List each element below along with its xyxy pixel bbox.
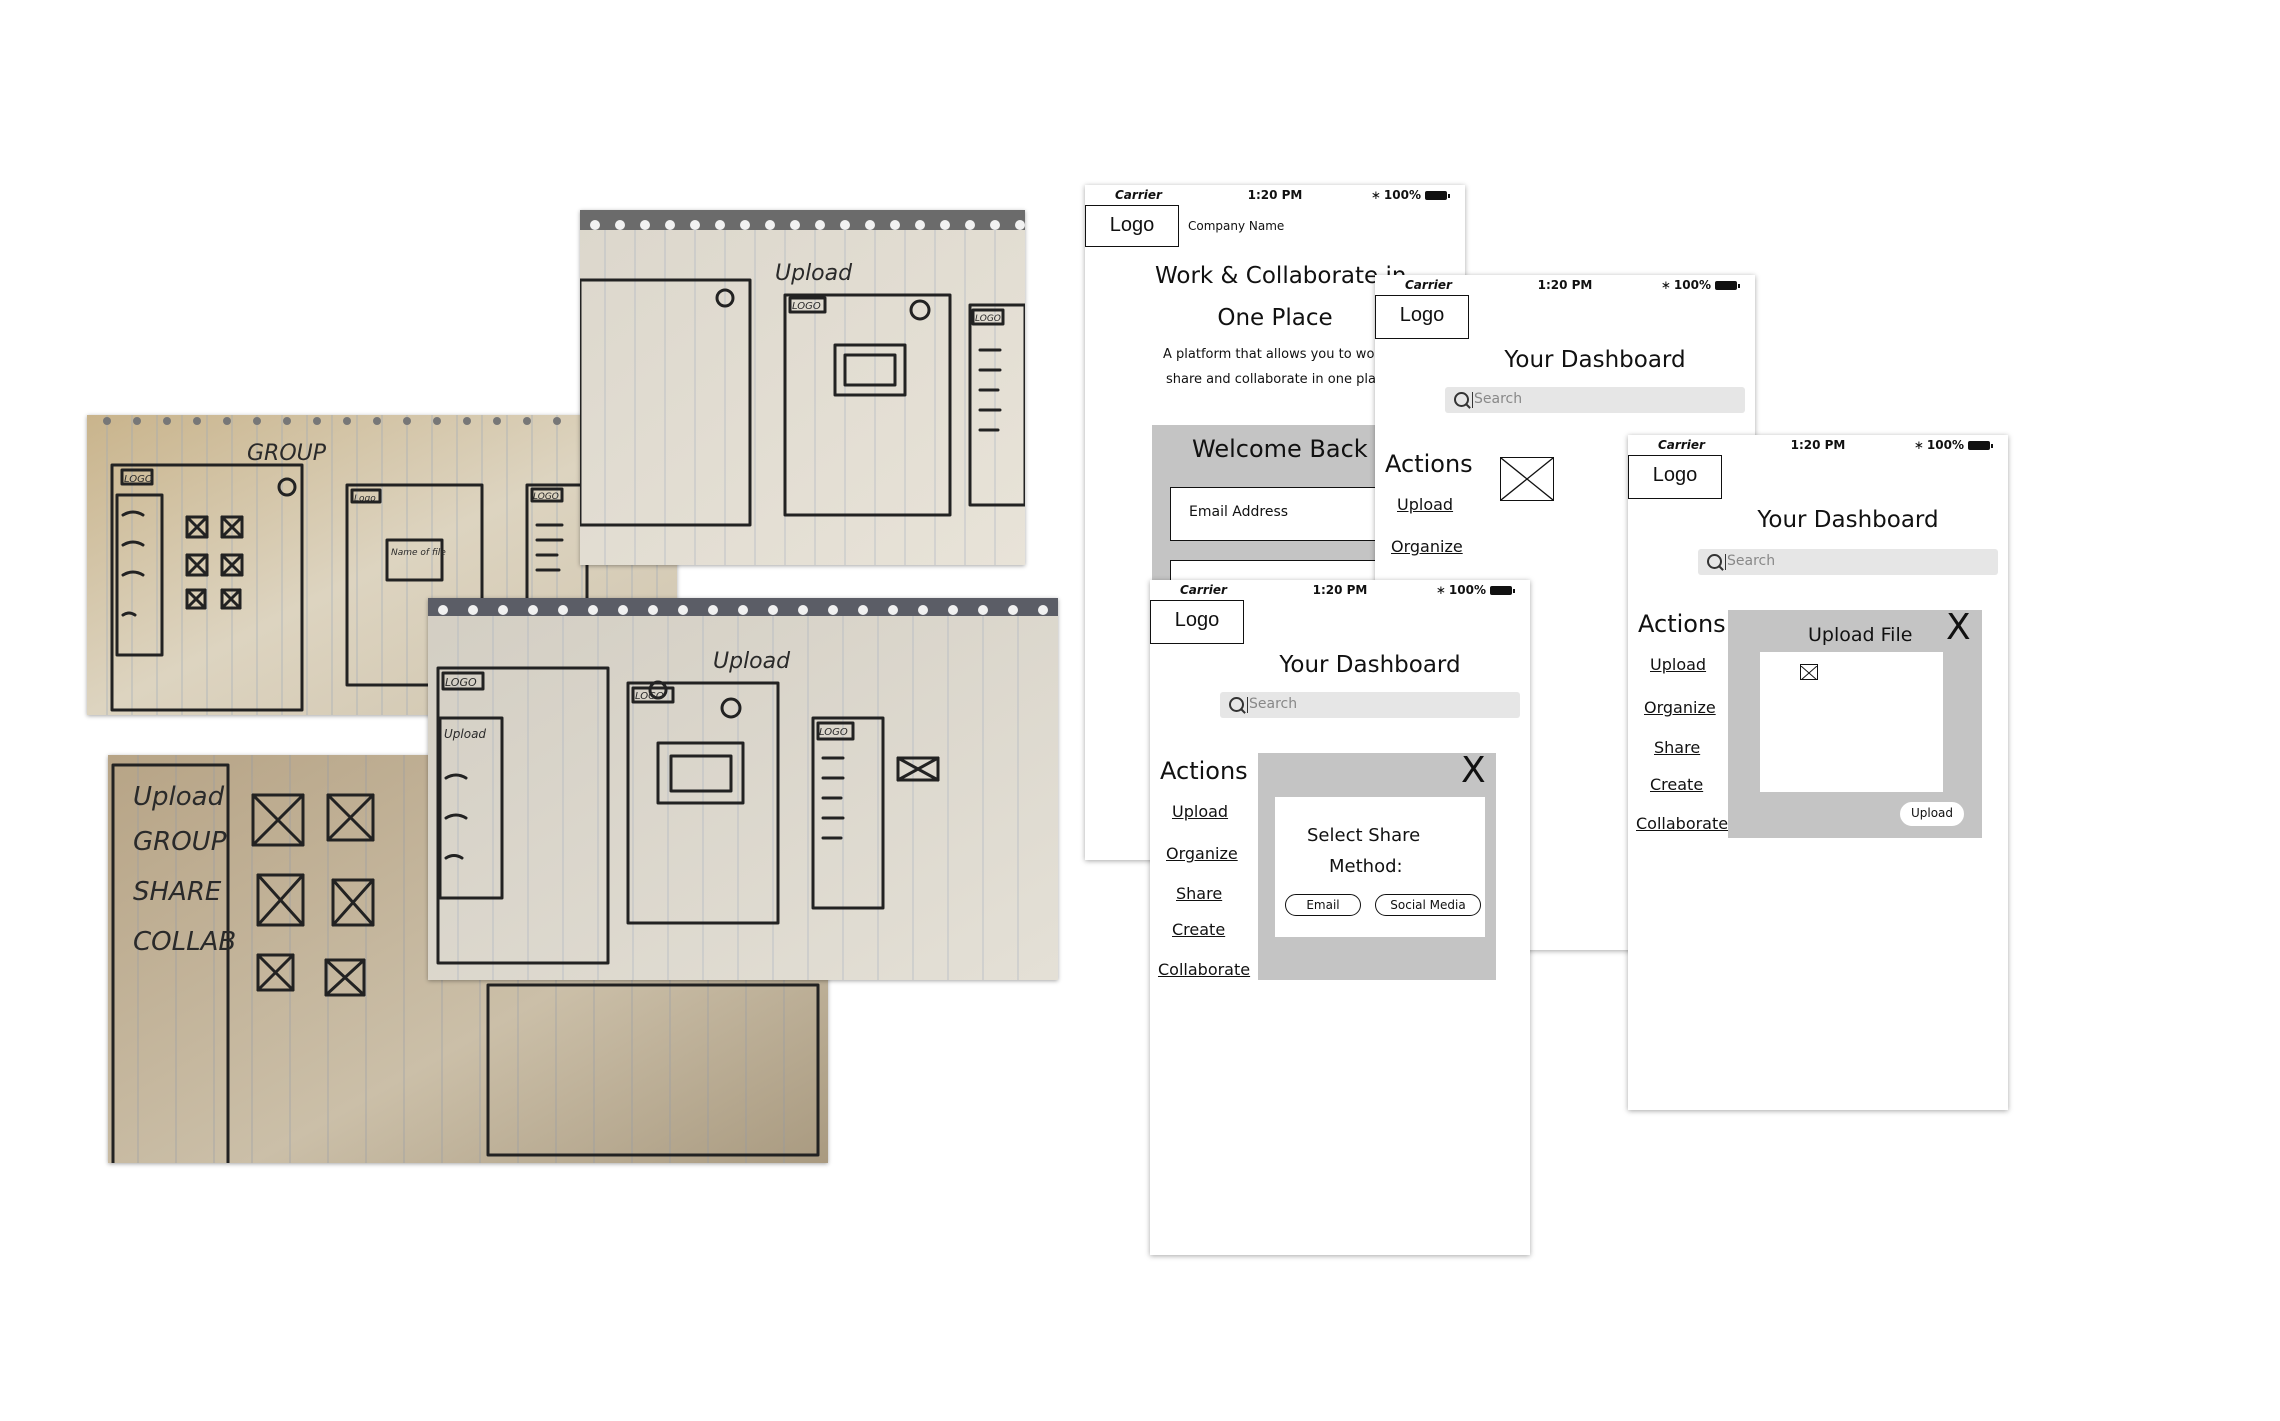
action-create[interactable]: Create — [1650, 775, 1703, 794]
svg-text:LOGO: LOGO — [533, 492, 559, 502]
close-icon[interactable]: X — [1461, 753, 1486, 789]
description-line-1: A platform that allows you to work, — [1163, 347, 1392, 362]
action-create[interactable]: Create — [1172, 920, 1225, 939]
share-modal: X Select Share Method: Email Social Medi… — [1258, 753, 1496, 980]
description-line-2: share and collaborate in one place — [1166, 372, 1392, 387]
page-title: Your Dashboard — [1504, 347, 1686, 373]
logo[interactable]: Logo — [1375, 295, 1469, 339]
svg-text:LOGO: LOGO — [124, 474, 153, 485]
action-organize[interactable]: Organize — [1391, 537, 1463, 556]
status-bar: Carrier 1:20 PM ∗ 100% — [1375, 275, 1755, 295]
image-placeholder-icon — [1500, 457, 1554, 501]
status-bar: Carrier 1:20 PM ∗ 100% — [1150, 580, 1530, 600]
sketch-photo-upload-mid: Upload LOGO Upload LOGO LOGO — [428, 598, 1058, 980]
search-input[interactable]: Search — [1220, 692, 1520, 718]
image-placeholder-icon — [1800, 664, 1818, 681]
action-organize[interactable]: Organize — [1644, 698, 1716, 717]
action-share[interactable]: Share — [1654, 738, 1700, 757]
menu-item-group: GROUP — [133, 827, 227, 857]
close-icon[interactable]: X — [1946, 610, 1971, 646]
modal-prompt-line-1: Select Share — [1307, 825, 1421, 846]
bluetooth-icon: ∗ — [1660, 278, 1671, 292]
action-upload[interactable]: Upload — [1172, 802, 1228, 821]
status-bar: Carrier 1:20 PM ∗ 100% — [1085, 185, 1465, 205]
action-collaborate[interactable]: Collaborate — [1636, 814, 1728, 833]
bluetooth-icon: ∗ — [1913, 438, 1924, 452]
svg-text:LOGO: LOGO — [975, 314, 1001, 324]
svg-text:LOGO: LOGO — [819, 727, 848, 738]
svg-text:LOGO: LOGO — [445, 676, 477, 689]
sketch-heading: Upload — [713, 649, 791, 674]
modal-title: Upload File — [1808, 624, 1913, 646]
menu-item-upload: Upload — [133, 782, 225, 812]
modal-prompt-line-2: Method: — [1329, 856, 1403, 877]
action-upload[interactable]: Upload — [1397, 495, 1453, 514]
share-method-panel: Select Share Method: Email Social Media — [1275, 797, 1485, 937]
svg-text:LOGO: LOGO — [792, 301, 821, 312]
search-input[interactable]: Search — [1445, 387, 1745, 413]
menu-item-share: SHARE — [133, 877, 222, 907]
search-input[interactable]: Search — [1698, 549, 1998, 575]
logo[interactable]: Logo — [1150, 600, 1244, 644]
svg-text:Logo: Logo — [354, 494, 376, 504]
search-icon — [1229, 697, 1244, 712]
logo[interactable]: Logo — [1628, 455, 1722, 499]
action-upload[interactable]: Upload — [1650, 655, 1706, 674]
status-bar: Carrier 1:20 PM ∗ 100% — [1628, 435, 2008, 455]
actions-heading: Actions — [1385, 450, 1473, 478]
sketch-heading: GROUP — [247, 441, 327, 466]
email-button[interactable]: Email — [1285, 894, 1361, 916]
dashboard-upload-screen: Carrier 1:20 PM ∗ 100% Logo Your Dashboar… — [1628, 435, 2008, 1110]
svg-text:LOGO: LOGO — [635, 691, 664, 702]
social-media-button[interactable]: Social Media — [1375, 894, 1481, 916]
page-title: Your Dashboard — [1757, 507, 1939, 533]
file-drop-area[interactable] — [1760, 652, 1943, 792]
bluetooth-icon: ∗ — [1370, 188, 1381, 202]
bluetooth-icon: ∗ — [1435, 583, 1446, 597]
upload-modal: X Upload File Upload — [1728, 610, 1982, 838]
company-name: Company Name — [1188, 219, 1285, 233]
battery-indicator: ∗ 100% — [1370, 188, 1450, 202]
action-organize[interactable]: Organize — [1166, 844, 1238, 863]
battery-icon — [1715, 281, 1740, 290]
action-collaborate[interactable]: Collaborate — [1158, 960, 1250, 979]
action-share[interactable]: Share — [1176, 884, 1222, 903]
welcome-heading: Welcome Back — [1192, 435, 1368, 463]
sketch-photo-upload-top: Upload LOGO LOGO — [580, 210, 1025, 565]
svg-text:Upload: Upload — [444, 727, 486, 741]
dashboard-share-screen: Carrier 1:20 PM ∗ 100% Logo Your Dashboar… — [1150, 580, 1530, 1255]
logo[interactable]: Logo — [1085, 205, 1179, 247]
battery-icon — [1968, 441, 1993, 450]
svg-text:Name of file: Name of file — [391, 548, 446, 558]
sketch-heading: Upload — [775, 261, 853, 286]
actions-heading: Actions — [1160, 757, 1248, 785]
page-title: Your Dashboard — [1279, 652, 1461, 678]
search-icon — [1454, 392, 1469, 407]
upload-button[interactable]: Upload — [1900, 802, 1964, 826]
actions-heading: Actions — [1638, 610, 1726, 638]
search-icon — [1707, 554, 1722, 569]
battery-icon — [1490, 586, 1515, 595]
battery-icon — [1425, 191, 1450, 200]
menu-item-collab: COLLAB — [133, 927, 236, 957]
